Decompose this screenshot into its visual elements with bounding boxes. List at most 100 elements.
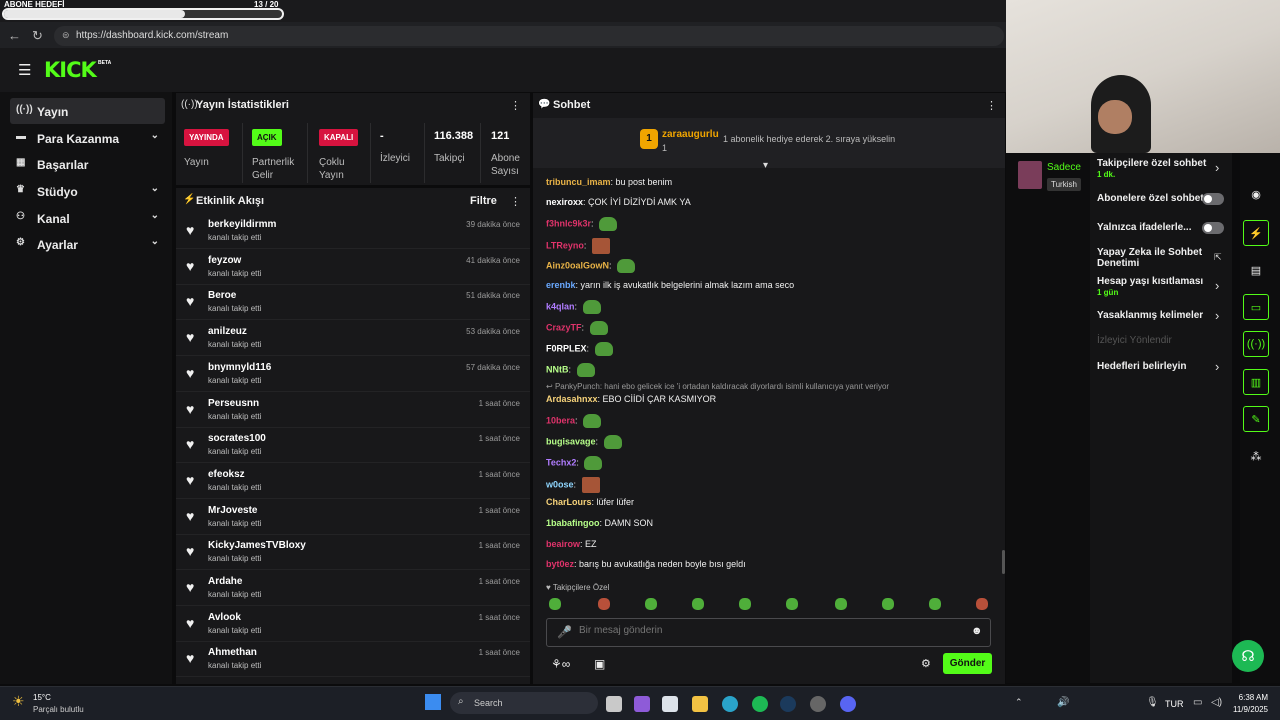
chat-message[interactable]: tribuncu_imam: bu post benim — [546, 177, 672, 187]
chat-username[interactable]: byt0ez — [546, 559, 574, 569]
chat-message[interactable]: 10bera: — [546, 414, 602, 428]
list-item[interactable]: ♥ efeoksz kanalı takip etti 1 saat önce — [176, 464, 530, 499]
store-icon[interactable]: ▣ — [594, 657, 605, 671]
sidebar-item-stream[interactable]: ((·)) Yayın — [10, 98, 165, 124]
wrench-icon[interactable]: ✎ — [1243, 406, 1269, 432]
emote-icon[interactable] — [835, 598, 847, 610]
collapse-icon[interactable]: ▾ — [763, 160, 768, 171]
chat-message[interactable]: k4qlan: — [546, 300, 601, 314]
leader-username[interactable]: zaraaugurlu — [662, 129, 719, 140]
notes-icon[interactable]: ▤ — [1243, 258, 1269, 284]
follower-name[interactable]: Beroe — [208, 290, 236, 301]
follower-name[interactable]: MrJoveste — [208, 505, 257, 516]
chat-username[interactable]: Ardasahnxx — [546, 394, 598, 404]
chevron-right-icon[interactable]: › — [1215, 308, 1219, 323]
chat-username[interactable]: CrazyTF — [546, 322, 582, 332]
network-icon[interactable]: ▭ — [1193, 697, 1202, 708]
list-item[interactable]: ♥ socrates100 kanalı takip etti 1 saat önce — [176, 428, 530, 464]
support-icon[interactable]: ☊ — [1232, 640, 1264, 672]
speaker-icon[interactable]: ◁) — [1211, 697, 1222, 708]
follower-name[interactable]: Ardahe — [208, 576, 242, 587]
chat-username[interactable]: tribuncu_imam — [546, 177, 611, 187]
more-icon[interactable]: ⋮ — [510, 99, 521, 112]
account-age-setting[interactable]: Hesap yaşı kısıtlaması 1 gün — [1097, 276, 1203, 298]
emote-icon[interactable] — [739, 598, 751, 610]
language-indicator[interactable]: TUR — [1165, 699, 1184, 709]
follower-name[interactable]: Avlook — [208, 612, 241, 623]
mic-tray-icon[interactable]: 🎙 — [1146, 697, 1159, 708]
emote-icon[interactable] — [549, 598, 561, 610]
chevron-right-icon[interactable]: › — [1215, 359, 1219, 374]
chat-message[interactable]: beairow: EZ — [546, 539, 597, 549]
clock-time[interactable]: 6:38 AM — [1238, 693, 1268, 702]
more-icon[interactable]: ⋮ — [986, 99, 997, 112]
sidebar-item-monetization[interactable]: ▬ Para Kazanma ⌄ — [10, 125, 165, 151]
obs-icon[interactable] — [810, 696, 826, 712]
task-view-icon[interactable] — [606, 696, 622, 712]
emoji-icon[interactable]: ☻ — [971, 625, 983, 637]
list-item[interactable]: ♥ Avlook kanalı takip etti 1 saat önce — [176, 607, 530, 642]
url-text[interactable]: https://dashboard.kick.com/stream — [76, 30, 228, 41]
chat-username[interactable]: Techx2 — [546, 457, 576, 467]
chat-message[interactable]: Ardasahnxx: EBO CİİDİ ÇAR KASMIYOR — [546, 394, 716, 404]
list-item[interactable]: ♥ Ardahe kanalı takip etti 1 saat önce — [176, 571, 530, 606]
follower-name[interactable]: feyzow — [208, 255, 241, 266]
subscribers-only-toggle[interactable] — [1202, 193, 1224, 205]
emote-icon[interactable] — [692, 598, 704, 610]
sidebar-item-studio[interactable]: ♛ Stüdyo ⌄ — [10, 178, 165, 204]
clock-date[interactable]: 11/9/2025 — [1226, 705, 1268, 714]
emote-icon[interactable] — [786, 598, 798, 610]
filter-button[interactable]: Filtre — [470, 195, 497, 207]
follower-name[interactable]: KickyJamesTVBloxy — [208, 540, 306, 551]
volume-tray-icon[interactable]: 🔊 — [1057, 697, 1069, 708]
chevron-right-icon[interactable]: › — [1215, 278, 1219, 293]
banned-words-setting[interactable]: Yasaklanmış kelimeler — [1097, 310, 1203, 321]
chat-message[interactable]: bugisavage: — [546, 435, 622, 449]
chat-username[interactable]: 1babafingoo — [546, 518, 600, 528]
follower-name[interactable]: Perseusnn — [208, 398, 259, 409]
emote-icon[interactable] — [976, 598, 988, 610]
emote-only-setting[interactable]: Yalnızca ifadelerle... — [1097, 222, 1192, 233]
list-item[interactable]: ♥ Beroe kanalı takip etti 51 dakika önce — [176, 285, 530, 321]
chat-message[interactable]: CrazyTF: — [546, 321, 608, 335]
emote-icon[interactable] — [882, 598, 894, 610]
spotify-icon[interactable] — [752, 696, 768, 712]
steam-icon[interactable] — [780, 696, 796, 712]
list-item[interactable]: ♥ Ahmethan kanalı takip etti 1 saat önce — [176, 642, 530, 678]
layout-icon[interactable]: ▥ — [1243, 369, 1269, 395]
follower-name[interactable]: anilzeuz — [208, 326, 247, 337]
set-goals-setting[interactable]: Hedefleri belirleyin — [1097, 361, 1186, 372]
chat-username[interactable]: erenbk — [546, 280, 576, 290]
chat-username[interactable]: bugisavage — [546, 436, 596, 446]
chat-message[interactable]: LTReyno: — [546, 238, 610, 254]
list-item[interactable]: ♥ MrJoveste kanalı takip etti 1 saat önce — [176, 500, 530, 535]
discord-icon[interactable] — [840, 696, 856, 712]
explorer-icon[interactable] — [692, 696, 708, 712]
chat-username[interactable]: LTReyno — [546, 240, 584, 250]
followers-only-setting[interactable]: Takipçilere özel sohbet 1 dk. — [1097, 158, 1206, 180]
send-button[interactable]: Gönder — [943, 653, 992, 674]
follower-name[interactable]: socrates100 — [208, 433, 266, 444]
external-link-icon[interactable]: ⇱ — [1214, 252, 1222, 263]
emote-icon[interactable] — [929, 598, 941, 610]
chat-message[interactable]: w0ose: — [546, 477, 600, 493]
chat-icon[interactable]: ▭ — [1243, 294, 1269, 320]
emote-only-toggle[interactable] — [1202, 222, 1224, 234]
stream-icon[interactable]: ((·)) — [1243, 331, 1269, 357]
kick-coins-icon[interactable]: ⚘∞ — [551, 657, 570, 671]
edge-icon[interactable] — [722, 696, 738, 712]
chat-message[interactable]: byt0ez: barış bu avukatlığa neden boyle … — [546, 559, 746, 569]
chat-message[interactable]: CharLours: lüfer lüfer — [546, 497, 634, 507]
follower-name[interactable]: berkeyildirmm — [208, 219, 276, 230]
list-item[interactable]: ♥ feyzow kanalı takip etti 41 dakika önce — [176, 250, 530, 285]
more-icon[interactable]: ⋮ — [510, 195, 521, 208]
list-item[interactable]: ♥ berkeyildirmm kanalı takip etti 39 dakika… — [176, 214, 530, 249]
list-item[interactable]: ♥ bnymnyld116 kanalı takip etti 57 dakika ö… — [176, 357, 530, 392]
chat-username[interactable]: w0ose — [546, 479, 574, 489]
site-info-icon[interactable]: ⊜ — [62, 30, 70, 41]
tray-arrow-icon[interactable]: ⌃ — [1015, 697, 1023, 708]
emote-icon[interactable] — [645, 598, 657, 610]
chat-username[interactable]: Ainz0oalGowN — [546, 260, 609, 270]
taskbar-search[interactable]: ⌕ Search — [450, 692, 598, 714]
chat-message[interactable]: F0RPLEX: — [546, 342, 613, 356]
